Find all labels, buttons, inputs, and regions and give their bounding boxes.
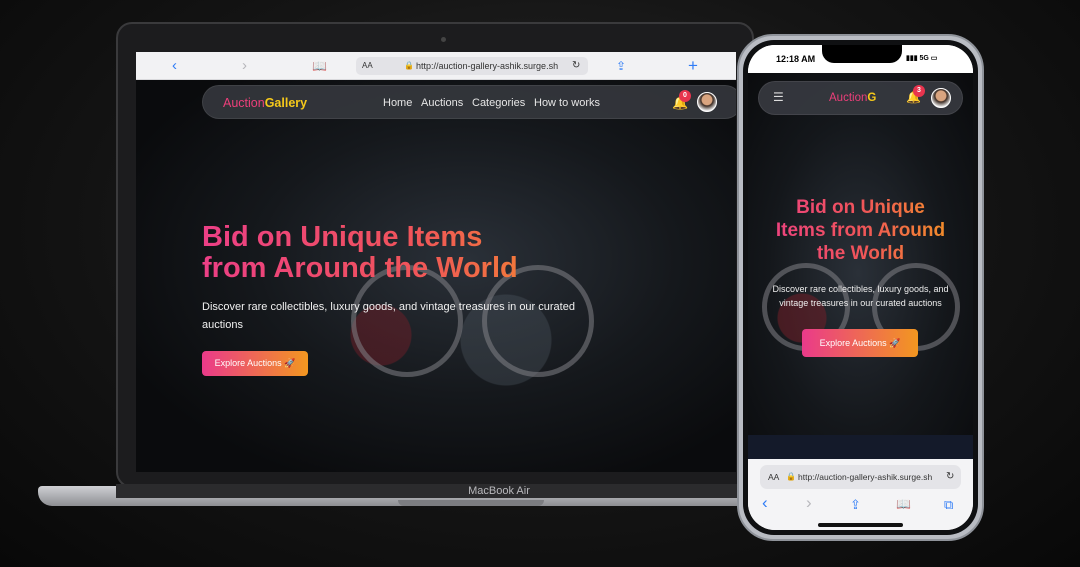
network-type: 5G [919, 55, 929, 62]
laptop-trackpad-notch [398, 500, 544, 506]
address-bar[interactable]: AA 🔒 http://auction-gallery-ashik.surge.… [356, 57, 588, 75]
phone-avatar[interactable] [931, 88, 951, 108]
lock-icon: 🔒 [404, 61, 414, 70]
phone-reader-button[interactable]: AA [768, 465, 779, 489]
phone-bookmarks-icon[interactable]: 📖 [896, 497, 911, 511]
notification-badge: 0 [679, 90, 691, 102]
phone-share-icon[interactable]: ⇪ [850, 497, 861, 513]
phone-reload-icon[interactable]: ↻ [946, 465, 954, 489]
avatar[interactable] [697, 92, 717, 112]
phone-address-bar[interactable]: AA 🔒 http://auction-gallery-ashik.surge.… [760, 465, 961, 489]
phone-site-logo[interactable]: AuctionG [829, 92, 876, 104]
phone-safari-bottom-bar: AA 🔒 http://auction-gallery-ashik.surge.… [748, 459, 973, 530]
share-icon[interactable]: ⇪ [616, 57, 626, 75]
hero-title: Bid on Unique Items from Around the Worl… [202, 222, 622, 284]
url-text: http://auction-gallery-ashik.surge.sh [416, 61, 559, 71]
rocket-icon: 🚀 [889, 338, 901, 348]
hero-subtitle: Discover rare collectibles, luxury goods… [202, 301, 575, 331]
rocket-icon: 🚀 [284, 358, 296, 368]
home-indicator [818, 523, 903, 527]
status-indicators: ▮▮▮ 5G ▭ [906, 55, 938, 62]
laptop-screen: ‹ › 📖 AA 🔒 http://auction-gallery-ashik.… [136, 52, 736, 472]
phone-forward-icon[interactable]: › [806, 493, 812, 513]
phone-hero-subtitle: Discover rare collectibles, luxury goods… [772, 284, 949, 308]
phone-section-strip [748, 435, 973, 459]
forward-icon[interactable]: › [242, 57, 247, 75]
nav-link-auctions[interactable]: Auctions [421, 97, 463, 109]
status-time: 12:18 AM [776, 54, 816, 64]
laptop-camera [441, 37, 446, 42]
phone-explore-auctions-button[interactable]: Explore Auctions 🚀 [802, 329, 918, 357]
new-tab-icon[interactable]: + [688, 57, 698, 75]
phone-lock-icon: 🔒 [786, 472, 796, 481]
hamburger-menu-icon[interactable]: ☰ [773, 90, 784, 104]
nav-link-home[interactable]: Home [383, 97, 412, 109]
site-logo[interactable]: AuctionGallery [223, 96, 307, 110]
phone-site-navbar: ☰ AuctionG 🔔 3 [758, 81, 963, 115]
reader-button[interactable]: AA [362, 57, 373, 75]
phone-url-text: http://auction-gallery-ashik.surge.sh [798, 472, 933, 482]
safari-toolbar: ‹ › 📖 AA 🔒 http://auction-gallery-ashik.… [136, 52, 736, 80]
bookmarks-icon[interactable]: 📖 [312, 57, 327, 75]
site-navbar: AuctionGallery Home Auctions Categories … [202, 85, 736, 119]
reload-icon[interactable]: ↻ [572, 57, 580, 75]
phone-notification-badge: 3 [913, 85, 925, 97]
nav-link-categories[interactable]: Categories [472, 97, 525, 109]
back-icon[interactable]: ‹ [172, 57, 177, 75]
phone-tabs-icon[interactable]: ⧉ [944, 497, 953, 513]
nav-link-how-to-works[interactable]: How to works [534, 97, 600, 109]
explore-auctions-button[interactable]: Explore Auctions 🚀 [202, 351, 308, 376]
dynamic-island [822, 45, 902, 63]
phone-hero-title: Bid on Unique Items from Around the Worl… [754, 196, 967, 265]
phone-back-icon[interactable]: ‹ [762, 493, 768, 513]
phone-screen: 12:18 AM ▮▮▮ 5G ▭ ☰ AuctionG 🔔 3 Bid on … [748, 45, 973, 530]
